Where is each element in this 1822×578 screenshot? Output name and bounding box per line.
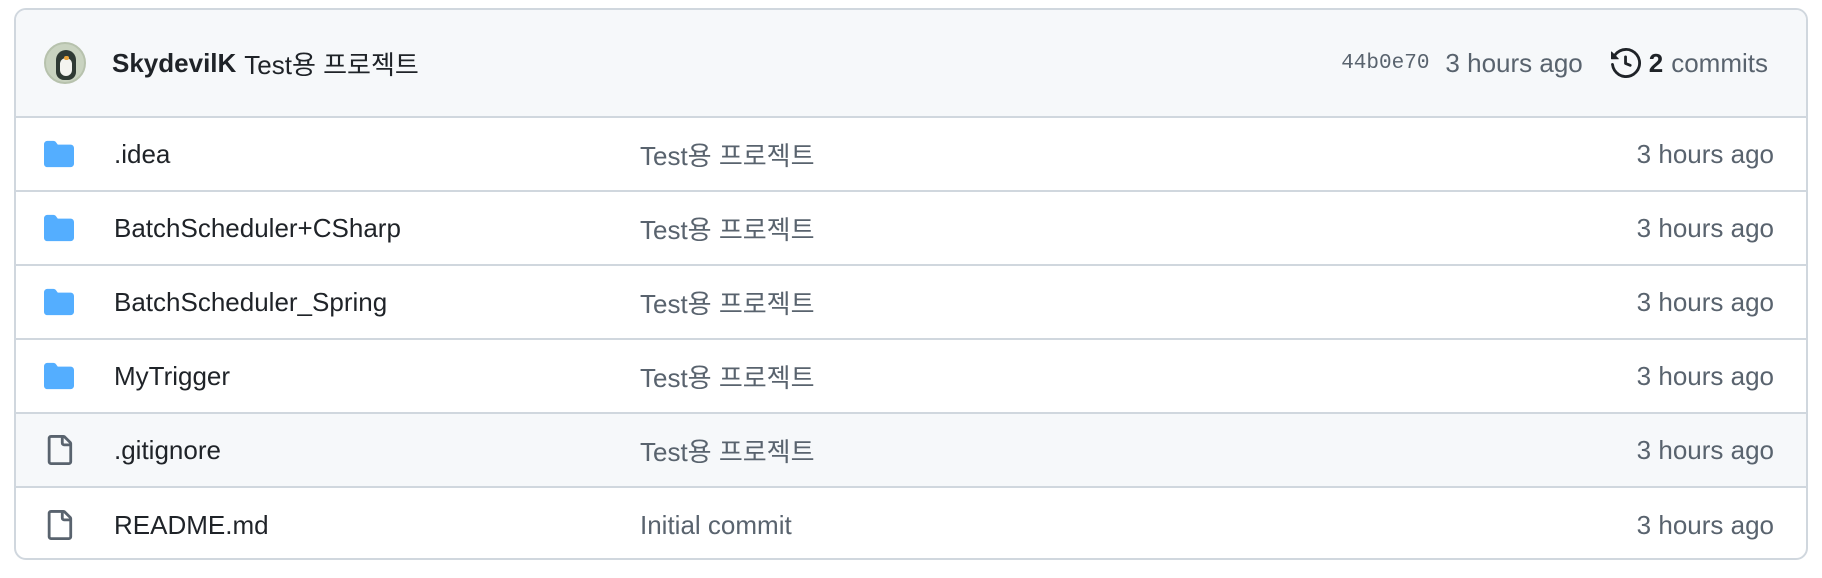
file-age: 3 hours ago — [1636, 509, 1774, 540]
file-commit-message[interactable]: Test용 프로젝트 — [640, 210, 815, 247]
file-row-mytrigger[interactable]: MyTrigger Test용 프로젝트 3 hours ago — [16, 340, 1806, 414]
file-commit-message[interactable]: Initial commit — [640, 510, 792, 541]
file-commit-message[interactable]: Test용 프로젝트 — [640, 358, 815, 395]
file-age: 3 hours ago — [1636, 360, 1774, 391]
file-icon — [44, 435, 74, 465]
commits-count: 2 — [1648, 47, 1664, 78]
file-name[interactable]: BatchScheduler+CSharp — [114, 213, 401, 244]
folder-icon — [44, 139, 74, 169]
latest-commit-bar: SkydevilK Test용 프로젝트 44b0e70 3 hours ago… — [16, 10, 1806, 118]
file-age: 3 hours ago — [1636, 138, 1774, 169]
file-icon — [44, 510, 74, 540]
file-row-batchscheduler-csharp[interactable]: BatchScheduler+CSharp Test용 프로젝트 3 hours… — [16, 192, 1806, 266]
latest-commit-message[interactable]: Test용 프로젝트 — [244, 45, 419, 82]
file-commit-message[interactable]: Test용 프로젝트 — [640, 284, 815, 321]
file-name[interactable]: README.md — [114, 510, 269, 541]
folder-icon — [44, 361, 74, 391]
history-icon — [1610, 48, 1641, 78]
file-row-readme[interactable]: README.md Initial commit 3 hours ago — [16, 488, 1806, 558]
file-row-batchscheduler-spring[interactable]: BatchScheduler_Spring Test용 프로젝트 3 hours… — [16, 266, 1806, 340]
commits-link[interactable]: 2 commits — [1610, 47, 1768, 79]
file-name[interactable]: BatchScheduler_Spring — [114, 287, 387, 318]
avatar[interactable] — [44, 42, 86, 84]
file-age: 3 hours ago — [1636, 212, 1774, 243]
file-commit-message[interactable]: Test용 프로젝트 — [640, 136, 815, 173]
file-commit-message[interactable]: Test용 프로젝트 — [640, 432, 815, 469]
folder-icon — [44, 287, 74, 317]
commit-sha[interactable]: 44b0e70 — [1341, 52, 1429, 75]
file-age: 3 hours ago — [1636, 286, 1774, 317]
file-browser: SkydevilK Test용 프로젝트 44b0e70 3 hours ago… — [14, 8, 1808, 560]
commit-time: 3 hours ago — [1445, 47, 1583, 78]
folder-icon — [44, 213, 74, 243]
file-row-gitignore[interactable]: .gitignore Test용 프로젝트 3 hours ago — [16, 414, 1806, 488]
file-age: 3 hours ago — [1636, 434, 1774, 465]
commits-label: commits — [1671, 47, 1768, 78]
commit-author[interactable]: SkydevilK — [112, 48, 236, 79]
file-name[interactable]: .gitignore — [114, 435, 221, 466]
file-name[interactable]: MyTrigger — [114, 361, 230, 392]
file-row-idea[interactable]: .idea Test용 프로젝트 3 hours ago — [16, 118, 1806, 192]
file-name[interactable]: .idea — [114, 139, 170, 170]
